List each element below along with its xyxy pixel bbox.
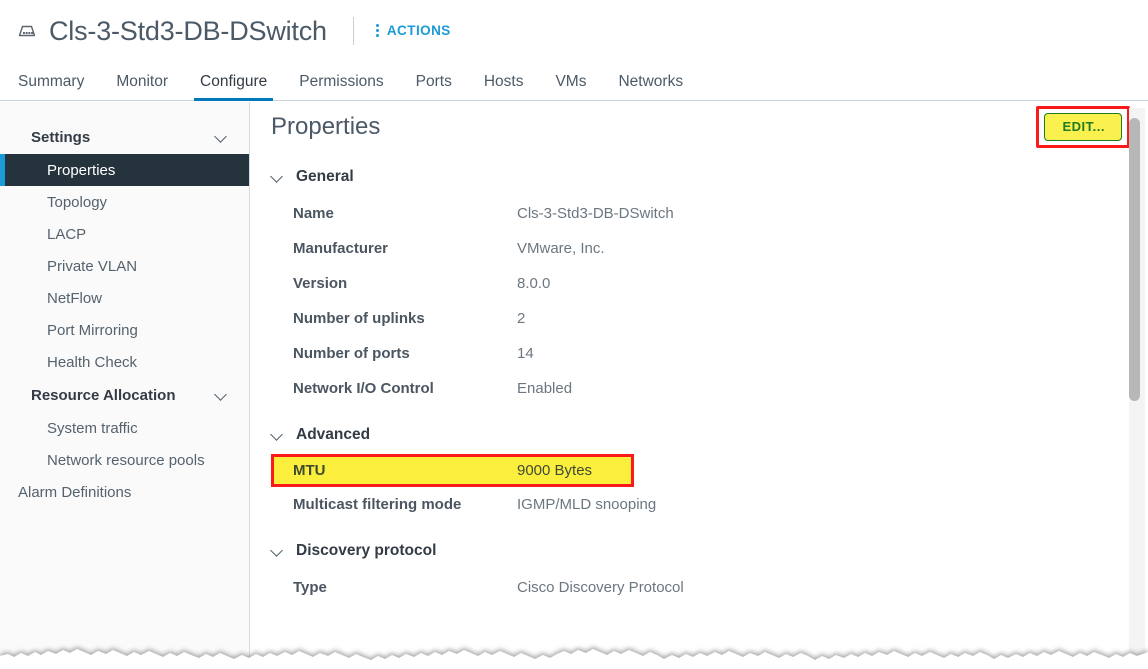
property-value: Enabled bbox=[517, 380, 573, 397]
tab-networks[interactable]: Networks bbox=[602, 72, 699, 100]
property-key: Manufacturer bbox=[293, 240, 389, 257]
actions-menu-button[interactable]: ACTIONS bbox=[375, 23, 451, 38]
chevron-down-icon bbox=[215, 130, 229, 144]
sidebar-item-label: NetFlow bbox=[47, 289, 103, 307]
property-key: Number of uplinks bbox=[293, 310, 425, 327]
nav-group-settings-label: Settings bbox=[31, 128, 91, 146]
sidebar-item-label: Network resource pools bbox=[47, 451, 205, 469]
sidebar-item-system-traffic[interactable]: System traffic bbox=[0, 412, 249, 444]
property-row-multicast-filtering-mode: Multicast filtering mode IGMP/MLD snoopi… bbox=[271, 487, 1148, 522]
property-value: IGMP/MLD snooping bbox=[517, 496, 657, 513]
property-value: 9000 Bytes bbox=[517, 462, 593, 479]
property-rows-general: Name Cls-3-Std3-DB-DSwitch Manufacturer … bbox=[271, 196, 1148, 406]
property-key: Multicast filtering mode bbox=[293, 496, 462, 513]
sidebar-item-lacp[interactable]: LACP bbox=[0, 218, 249, 250]
sidebar-item-topology[interactable]: Topology bbox=[0, 186, 249, 218]
nav-group-settings[interactable]: Settings bbox=[0, 120, 249, 154]
property-row-number-of-ports: Number of ports 14 bbox=[271, 336, 1148, 371]
property-row-number-of-uplinks: Number of uplinks 2 bbox=[271, 301, 1148, 336]
chevron-down-icon bbox=[215, 388, 229, 402]
sidebar-item-network-resource-pools[interactable]: Network resource pools bbox=[0, 444, 249, 476]
property-value: VMware, Inc. bbox=[517, 240, 605, 257]
content-header: Properties EDIT... bbox=[250, 102, 1148, 152]
settings-sidebar: Settings Properties Topology LACP Privat… bbox=[0, 102, 250, 669]
sidebar-item-label: System traffic bbox=[47, 419, 138, 437]
sidebar-item-label: Topology bbox=[47, 193, 108, 211]
page-body: Settings Properties Topology LACP Privat… bbox=[0, 102, 1148, 669]
properties-content-panel: Properties EDIT... General Name Cls-3-St… bbox=[250, 102, 1148, 669]
tab-configure[interactable]: Configure bbox=[184, 72, 283, 101]
tab-ports[interactable]: Ports bbox=[400, 72, 468, 100]
sidebar-item-label: Private VLAN bbox=[47, 257, 138, 275]
section-header-general[interactable]: General bbox=[271, 162, 1148, 192]
edit-button[interactable]: EDIT... bbox=[1044, 113, 1122, 141]
property-value: 14 bbox=[517, 345, 534, 362]
sidebar-item-alarm-definitions[interactable]: Alarm Definitions bbox=[0, 476, 249, 508]
tab-summary[interactable]: Summary bbox=[16, 72, 100, 100]
content-scrollbar-thumb[interactable] bbox=[1129, 118, 1140, 401]
nav-group-resource-allocation-label: Resource Allocation bbox=[31, 386, 176, 404]
sidebar-item-port-mirroring[interactable]: Port Mirroring bbox=[0, 314, 249, 346]
sidebar-item-health-check[interactable]: Health Check bbox=[0, 346, 249, 378]
primary-tab-bar: Summary Monitor Configure Permissions Po… bbox=[0, 61, 1148, 101]
property-row-manufacturer: Manufacturer VMware, Inc. bbox=[271, 231, 1148, 266]
property-row-mtu: MTU 9000 Bytes bbox=[271, 454, 634, 487]
tab-vms[interactable]: VMs bbox=[539, 72, 602, 100]
property-value: 8.0.0 bbox=[517, 275, 551, 292]
sidebar-item-label: LACP bbox=[47, 225, 87, 243]
property-key: MTU bbox=[293, 462, 326, 479]
property-key: Type bbox=[293, 579, 327, 596]
section-title: Advanced bbox=[296, 426, 371, 443]
sidebar-item-private-vlan[interactable]: Private VLAN bbox=[0, 250, 249, 282]
section-header-advanced[interactable]: Advanced bbox=[271, 420, 1148, 450]
property-row-name: Name Cls-3-Std3-DB-DSwitch bbox=[271, 196, 1148, 231]
edit-button-annotation-slot: EDIT... bbox=[1036, 106, 1130, 148]
page-title: Properties bbox=[271, 113, 381, 140]
object-header: Cls-3-Std3-DB-DSwitch ACTIONS bbox=[0, 0, 1148, 61]
property-value: Cls-3-Std3-DB-DSwitch bbox=[517, 205, 674, 222]
chevron-down-icon bbox=[271, 544, 285, 558]
sidebar-item-label: Alarm Definitions bbox=[18, 483, 132, 501]
property-rows-advanced: MTU 9000 Bytes Multicast filtering mode … bbox=[271, 454, 1148, 522]
distributed-switch-icon bbox=[14, 18, 40, 44]
section-title: General bbox=[296, 168, 354, 185]
section-header-discovery-protocol[interactable]: Discovery protocol bbox=[271, 536, 1148, 566]
tab-monitor[interactable]: Monitor bbox=[100, 72, 184, 100]
property-rows-discovery-protocol: Type Cisco Discovery Protocol bbox=[271, 570, 1148, 605]
property-key: Network I/O Control bbox=[293, 380, 434, 397]
sidebar-item-label: Health Check bbox=[47, 353, 138, 371]
content-scrollbar-track[interactable] bbox=[1129, 108, 1145, 655]
kebab-menu-icon bbox=[375, 24, 380, 37]
vsphere-dswitch-configure-page: Cls-3-Std3-DB-DSwitch ACTIONS Summary Mo… bbox=[0, 0, 1148, 669]
page-object-title: Cls-3-Std3-DB-DSwitch bbox=[49, 15, 327, 46]
nav-group-resource-allocation[interactable]: Resource Allocation bbox=[0, 378, 249, 412]
chevron-down-icon bbox=[271, 428, 285, 442]
sidebar-item-netflow[interactable]: NetFlow bbox=[0, 282, 249, 314]
property-value: Cisco Discovery Protocol bbox=[517, 579, 684, 596]
actions-menu-label: ACTIONS bbox=[386, 23, 451, 38]
property-row-version: Version 8.0.0 bbox=[271, 266, 1148, 301]
header-divider bbox=[352, 16, 354, 45]
sidebar-item-properties[interactable]: Properties bbox=[0, 154, 249, 186]
tab-permissions[interactable]: Permissions bbox=[283, 72, 399, 100]
property-key: Version bbox=[293, 275, 348, 292]
sidebar-item-label: Port Mirroring bbox=[47, 321, 138, 339]
property-key: Name bbox=[293, 205, 334, 222]
chevron-down-icon bbox=[271, 170, 285, 184]
property-sections: General Name Cls-3-Std3-DB-DSwitch Manuf… bbox=[250, 152, 1148, 605]
section-title: Discovery protocol bbox=[296, 542, 437, 559]
property-row-type: Type Cisco Discovery Protocol bbox=[271, 570, 1148, 605]
tab-hosts[interactable]: Hosts bbox=[468, 72, 540, 100]
sidebar-item-label: Properties bbox=[47, 161, 116, 179]
property-key: Number of ports bbox=[293, 345, 410, 362]
property-row-network-io-control: Network I/O Control Enabled bbox=[271, 371, 1148, 406]
property-value: 2 bbox=[517, 310, 526, 327]
